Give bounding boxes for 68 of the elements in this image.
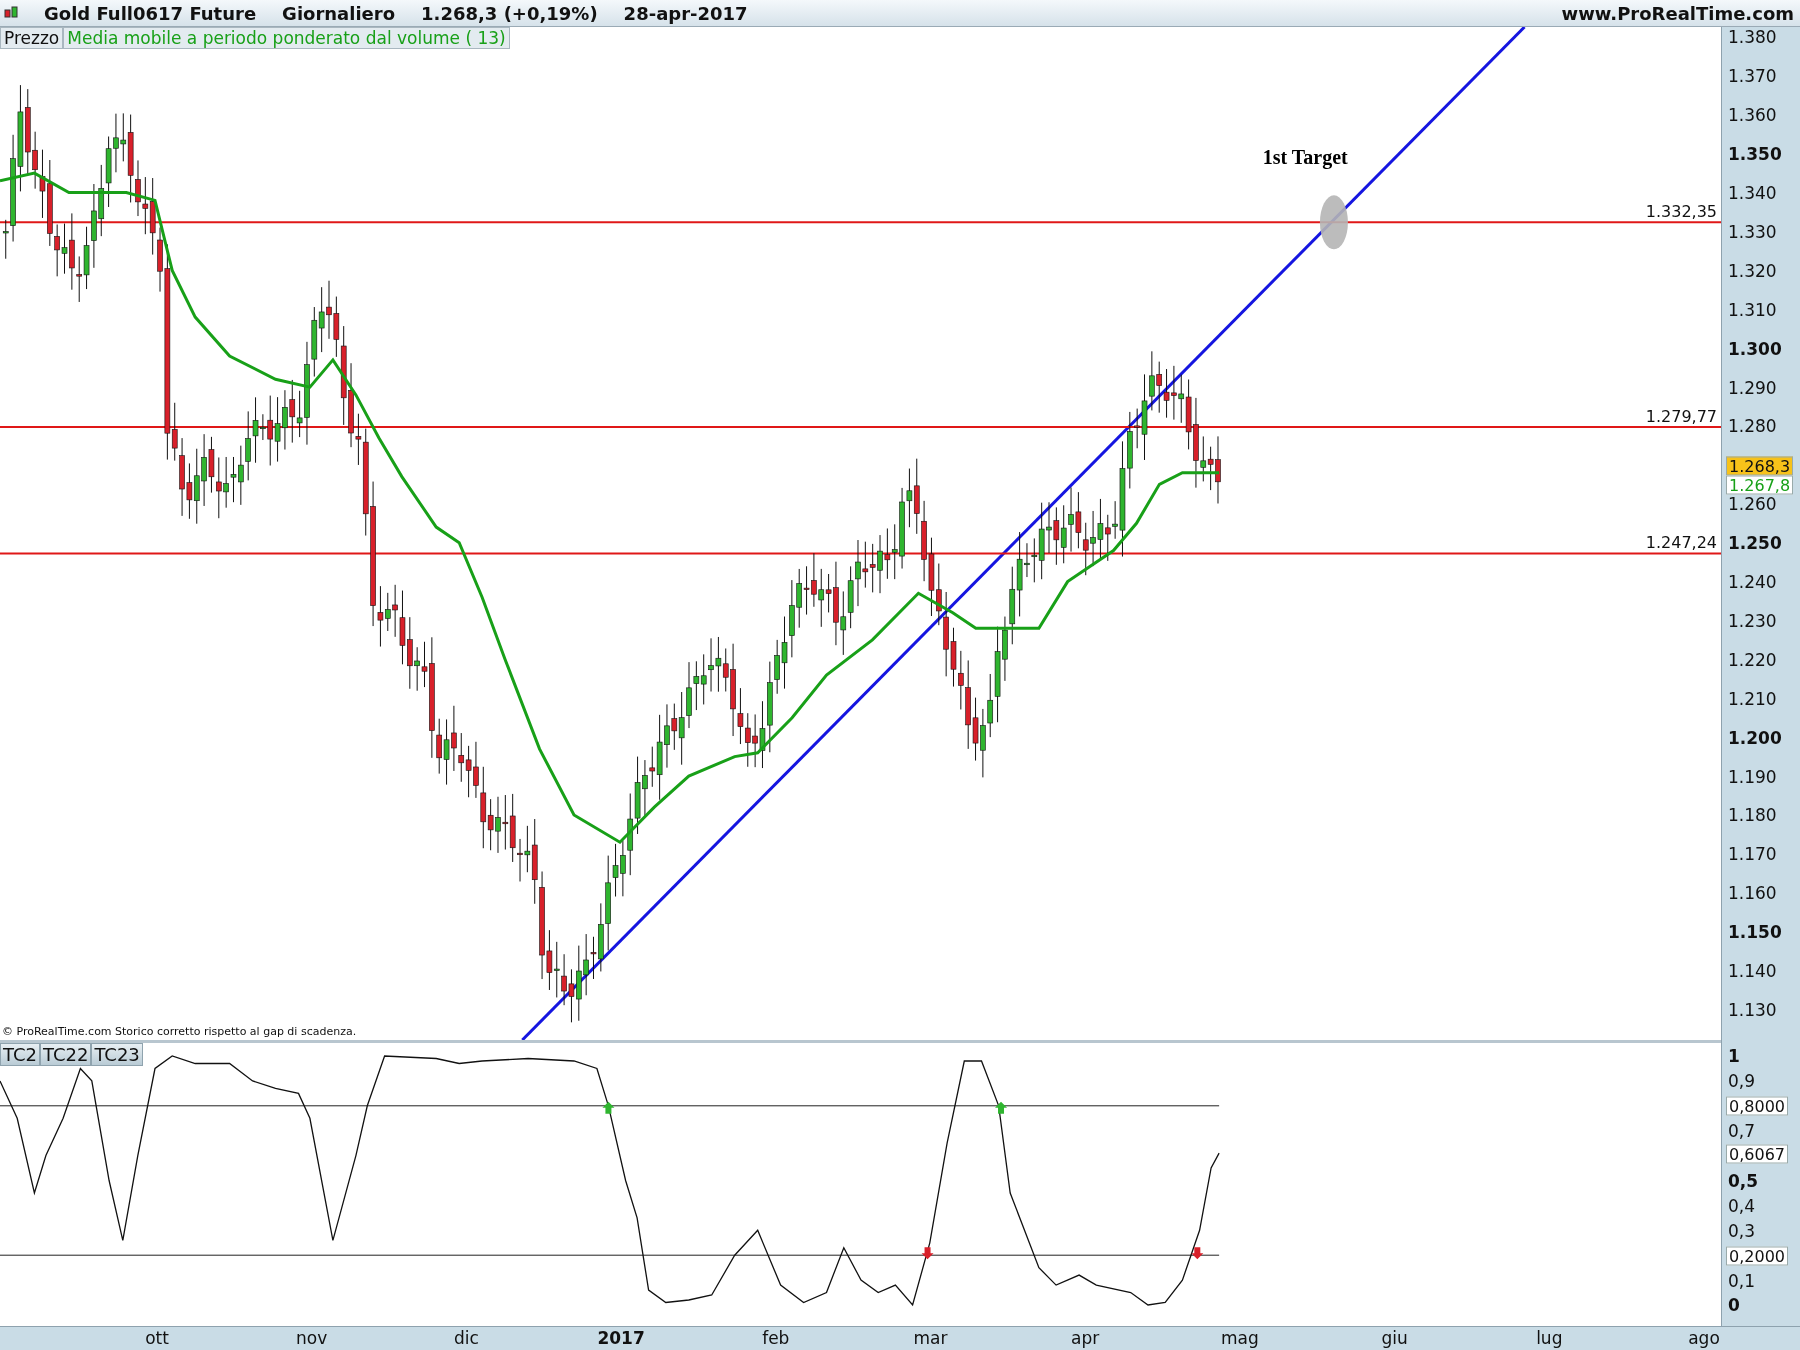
annotation-text: 1st Target — [1262, 146, 1348, 169]
average-value-badge: 1.267,8 — [1726, 475, 1794, 495]
indicator-tab[interactable]: TC22 — [39, 1043, 92, 1067]
month-label: 2017 — [597, 1328, 645, 1349]
month-label: dic — [453, 1328, 479, 1349]
level-label: 1.247,24 — [1645, 533, 1717, 553]
month-label: ott — [145, 1328, 169, 1349]
up-arrow-icon — [995, 1102, 1007, 1115]
axis-tick-label: 1.200 — [1728, 727, 1782, 748]
value-badge: 0,2000 — [1726, 1246, 1788, 1266]
value-badge: 0,8000 — [1726, 1096, 1788, 1116]
axis-tick-label: 1.160 — [1728, 883, 1777, 904]
axis-tick-label: 1.280 — [1728, 416, 1777, 437]
axis-tick-label: 1.340 — [1728, 183, 1777, 204]
month-label: apr — [1071, 1328, 1100, 1349]
period-label: Giornaliero — [282, 2, 396, 24]
axis-tick-label: 1.240 — [1728, 572, 1777, 593]
level-label: 1.332,35 — [1645, 202, 1717, 222]
axis-tick-label: 1.150 — [1728, 922, 1782, 943]
month-label: ago — [1688, 1328, 1720, 1349]
axis-tick-label: 0,3 — [1728, 1220, 1756, 1241]
axis-tick-label: 0,7 — [1728, 1121, 1756, 1142]
month-label: giu — [1381, 1328, 1408, 1349]
axis-tick-label: 1.220 — [1728, 649, 1777, 670]
axis-tick-label: 1.140 — [1728, 961, 1777, 982]
month-label: feb — [762, 1328, 790, 1349]
level-label: 1.279,77 — [1645, 407, 1717, 427]
axis-tick-label: 1.230 — [1728, 610, 1777, 631]
month-label: mar — [913, 1328, 948, 1349]
axis-tick-label: 1.380 — [1728, 27, 1777, 48]
indicator-tab[interactable]: TC23 — [91, 1043, 143, 1067]
axis-tick-label: 1.250 — [1728, 533, 1782, 554]
date-label: 28-apr-2017 — [623, 2, 748, 24]
axis-tick-label: 1.300 — [1728, 338, 1782, 359]
axis-tick-label: 1.170 — [1728, 844, 1777, 865]
price-legend[interactable]: Prezzo — [0, 27, 64, 50]
price-change: 1.268,3 (+0,19%) — [421, 2, 598, 24]
last-price-badge: 1.268,3 — [1726, 456, 1794, 476]
axis-tick-label: 1.210 — [1728, 688, 1777, 709]
axis-tick-label: 1.330 — [1728, 221, 1777, 242]
axis-tick-label: 1.190 — [1728, 766, 1777, 787]
axis-tick-label: 1.350 — [1728, 144, 1782, 165]
value-badge: 0,6067 — [1726, 1144, 1788, 1164]
down-arrow-icon — [1191, 1247, 1204, 1260]
month-label: nov — [296, 1328, 328, 1349]
up-arrow-icon — [602, 1102, 615, 1115]
axis-tick-label: 0,1 — [1728, 1270, 1756, 1291]
axis-tick-label: 1.320 — [1728, 260, 1777, 281]
site-url: www.ProRealTime.com — [1561, 2, 1794, 24]
axis-tick-label: 0,4 — [1728, 1195, 1756, 1216]
axis-tick-label: 1.360 — [1728, 105, 1777, 126]
instrument-name: Gold Full0617 Future — [44, 2, 257, 24]
axis-tick-label: 1 — [1728, 1046, 1740, 1067]
axis-tick-label: 0,9 — [1728, 1071, 1756, 1092]
axis-tick-label: 1.370 — [1728, 66, 1777, 87]
axis-tick-label: 1.130 — [1728, 999, 1777, 1020]
axis-tick-label: 1.310 — [1728, 299, 1777, 320]
axis-tick-label: 1.290 — [1728, 377, 1777, 398]
month-label: lug — [1536, 1328, 1563, 1349]
footer-note: © ProRealTime.com Storico corretto rispetto al gap di scadenza. — [2, 1025, 357, 1039]
axis-tick-label: 1.260 — [1728, 494, 1777, 515]
down-arrow-icon — [921, 1247, 934, 1260]
month-label: mag — [1221, 1328, 1259, 1349]
indicator-tab[interactable]: TC2 — [0, 1043, 40, 1067]
axis-tick-label: 0,5 — [1728, 1170, 1759, 1191]
axis-tick-label: 1.180 — [1728, 805, 1777, 826]
target-marker — [1319, 195, 1348, 250]
axis-tick-label: 0 — [1728, 1295, 1740, 1316]
